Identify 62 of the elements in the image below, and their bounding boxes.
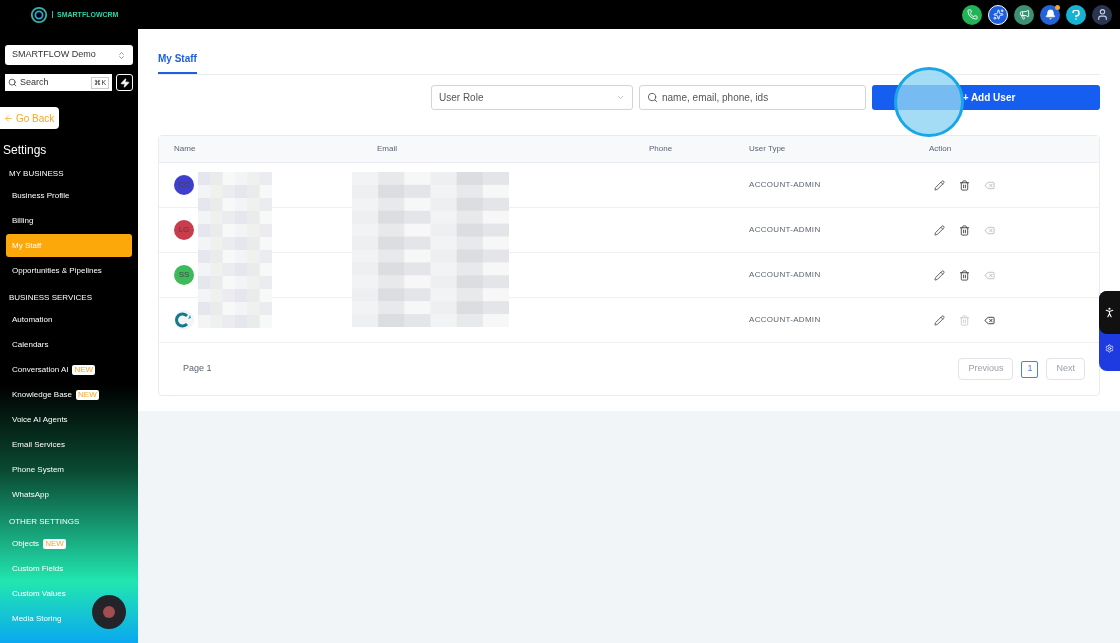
sidebar-item[interactable]: Billing xyxy=(6,209,132,232)
gear-icon xyxy=(1105,344,1114,353)
page-button[interactable]: 1 xyxy=(1021,360,1039,378)
megaphone-icon[interactable] xyxy=(1014,4,1034,25)
delete-icon[interactable] xyxy=(959,269,970,281)
edit-icon[interactable] xyxy=(934,224,945,236)
new-badge: NEW xyxy=(72,364,96,375)
search-field[interactable]: name, email, phone, ids xyxy=(639,85,866,110)
sidebar-item[interactable]: Voice AI Agents xyxy=(6,408,132,431)
notification-icon[interactable] xyxy=(1040,4,1060,25)
section-heading: BUSINESS SERVICES xyxy=(9,292,92,304)
sidebar-item[interactable]: WhatsApp xyxy=(6,483,132,506)
delete-icon[interactable] xyxy=(959,179,970,191)
settings-title: Settings xyxy=(3,142,47,159)
user-type: ACCOUNT-ADMIN xyxy=(749,179,821,191)
tab[interactable]: My Staff xyxy=(158,51,197,74)
sidebar-item[interactable]: Opportunities & Pipelines xyxy=(6,259,132,282)
sidebar-item[interactable]: Email Services xyxy=(6,433,132,456)
column-header: Email xyxy=(377,143,397,155)
column-header: Phone xyxy=(649,143,673,155)
sidebar-item[interactable]: Phone System xyxy=(6,458,132,481)
chevron-icon xyxy=(117,50,126,60)
section-heading: MY BUSINESS xyxy=(9,168,64,180)
avatar-icon[interactable] xyxy=(1092,4,1112,25)
sidebar-item[interactable]: Conversation AI NEW xyxy=(6,358,132,381)
column-header: User Type xyxy=(749,143,786,155)
user-type: ACCOUNT-ADMIN xyxy=(749,314,821,326)
sidebar-item[interactable]: Knowledge Base NEW xyxy=(6,383,132,406)
page-label: Page 1 xyxy=(183,362,212,376)
edit-icon[interactable] xyxy=(934,269,945,281)
record-button[interactable] xyxy=(92,595,126,629)
lightning-icon[interactable] xyxy=(116,74,133,91)
sidebar-item[interactable]: Automation xyxy=(6,308,132,331)
sidebar-item[interactable]: Calendars xyxy=(6,333,132,356)
phone-icon[interactable] xyxy=(962,4,982,25)
account-select[interactable]: SMARTFLOW Demo xyxy=(5,45,133,65)
new-badge: NEW xyxy=(76,389,99,400)
search-icon xyxy=(647,92,658,103)
sparkle-icon[interactable] xyxy=(988,4,1008,25)
column-header: Action xyxy=(929,143,952,155)
user-type: ACCOUNT-ADMIN xyxy=(749,269,821,281)
delete-icon[interactable] xyxy=(959,224,970,236)
user-avatar: SS xyxy=(174,265,194,285)
column-header: Name xyxy=(174,143,196,155)
side-widget[interactable] xyxy=(1099,291,1120,371)
edit-icon[interactable] xyxy=(934,179,945,191)
sidebar-item[interactable]: Business Profile xyxy=(6,184,132,207)
deactivate-icon[interactable] xyxy=(984,314,995,326)
section-heading: OTHER SETTINGS xyxy=(9,516,80,528)
help-icon[interactable] xyxy=(1066,4,1086,25)
person-icon xyxy=(1103,306,1116,319)
user-avatar: CC xyxy=(174,175,194,195)
new-badge: NEW xyxy=(43,538,66,549)
edit-icon[interactable] xyxy=(934,314,945,326)
arrow-left-icon xyxy=(4,113,13,123)
chevron-down-icon xyxy=(616,93,625,102)
logo-avatar-icon xyxy=(174,310,194,330)
logo-icon xyxy=(30,5,48,24)
user-role-select[interactable]: User Role xyxy=(431,85,633,110)
user-type: ACCOUNT-ADMIN xyxy=(749,224,821,236)
search-icon xyxy=(8,78,17,87)
user-avatar: LG xyxy=(174,220,194,240)
